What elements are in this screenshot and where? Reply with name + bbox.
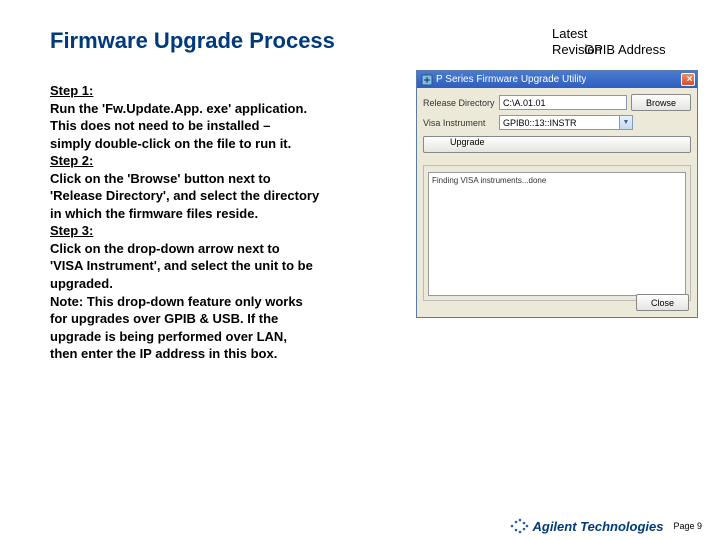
visa-dropdown-arrow[interactable]: ▼ [620,115,633,130]
close-icon: × [684,74,693,85]
annotation-latest: Latest [552,26,672,42]
step3-line1: Click on the drop-down arrow next to [50,241,280,256]
browse-button[interactable]: Browse [631,94,691,111]
note-line1: Note: This drop-down feature only works [50,294,303,309]
step2-line3: in which the firmware files reside. [50,206,258,221]
window-titlebar[interactable]: P Series Firmware Upgrade Utility × [417,71,697,88]
window-body: Release Directory C:\A.01.01 Browse Visa… [417,88,697,161]
step2-line2: 'Release Directory', and select the dire… [50,188,319,203]
step2-label: Step 2: [50,153,93,168]
step2-line1: Click on the 'Browse' button next to [50,171,271,186]
step1-line3: simply double-click on the file to run i… [50,136,291,151]
page-number: Page 9 [673,521,702,531]
upgrade-button[interactable]: Upgrade [423,136,691,153]
step3-line2: 'VISA Instrument', and select the unit t… [50,258,313,273]
annotation-gpib-address: GPIB Address [584,42,666,58]
log-output: Finding VISA instruments...done [428,172,686,296]
step1-line2: This does not need to be installed – [50,118,270,133]
brand-name: Agilent Technologies [532,519,663,534]
chevron-down-icon: ▼ [623,119,630,126]
step3-line3: upgraded. [50,276,113,291]
slide-title: Firmware Upgrade Process [50,28,335,54]
step3-label: Step 3: [50,223,93,238]
visa-instrument-label: Visa Instrument [423,118,495,128]
step1-line1: Run the 'Fw.Update.App. exe' application… [50,101,307,116]
utility-window: P Series Firmware Upgrade Utility × Rele… [416,70,698,318]
note-line3: upgrade is being performed over LAN, [50,329,287,344]
step1-label: Step 1: [50,83,93,98]
window-title: P Series Firmware Upgrade Utility [433,74,586,85]
instructions-block: Step 1: Run the 'Fw.Update.App. exe' app… [50,82,410,363]
footer: Agilent Technologies Page 9 [508,518,702,534]
visa-instrument-input[interactable]: GPIB0::13::INSTR [499,115,620,130]
spark-icon [508,518,530,534]
note-line2: for upgrades over GPIB & USB. If the [50,311,278,326]
note-line4: then enter the IP address in this box. [50,346,277,361]
window-close-button[interactable]: × [681,73,695,86]
brand-logo: Agilent Technologies [508,518,663,534]
release-directory-input[interactable]: C:\A.01.01 [499,95,627,110]
app-icon [421,74,433,86]
release-directory-label: Release Directory [423,98,495,108]
close-button[interactable]: Close [636,294,689,311]
log-groupbox: Finding VISA instruments...done [423,165,691,301]
annotation-revision-gpib: RevisionGPIB Address [552,42,672,58]
